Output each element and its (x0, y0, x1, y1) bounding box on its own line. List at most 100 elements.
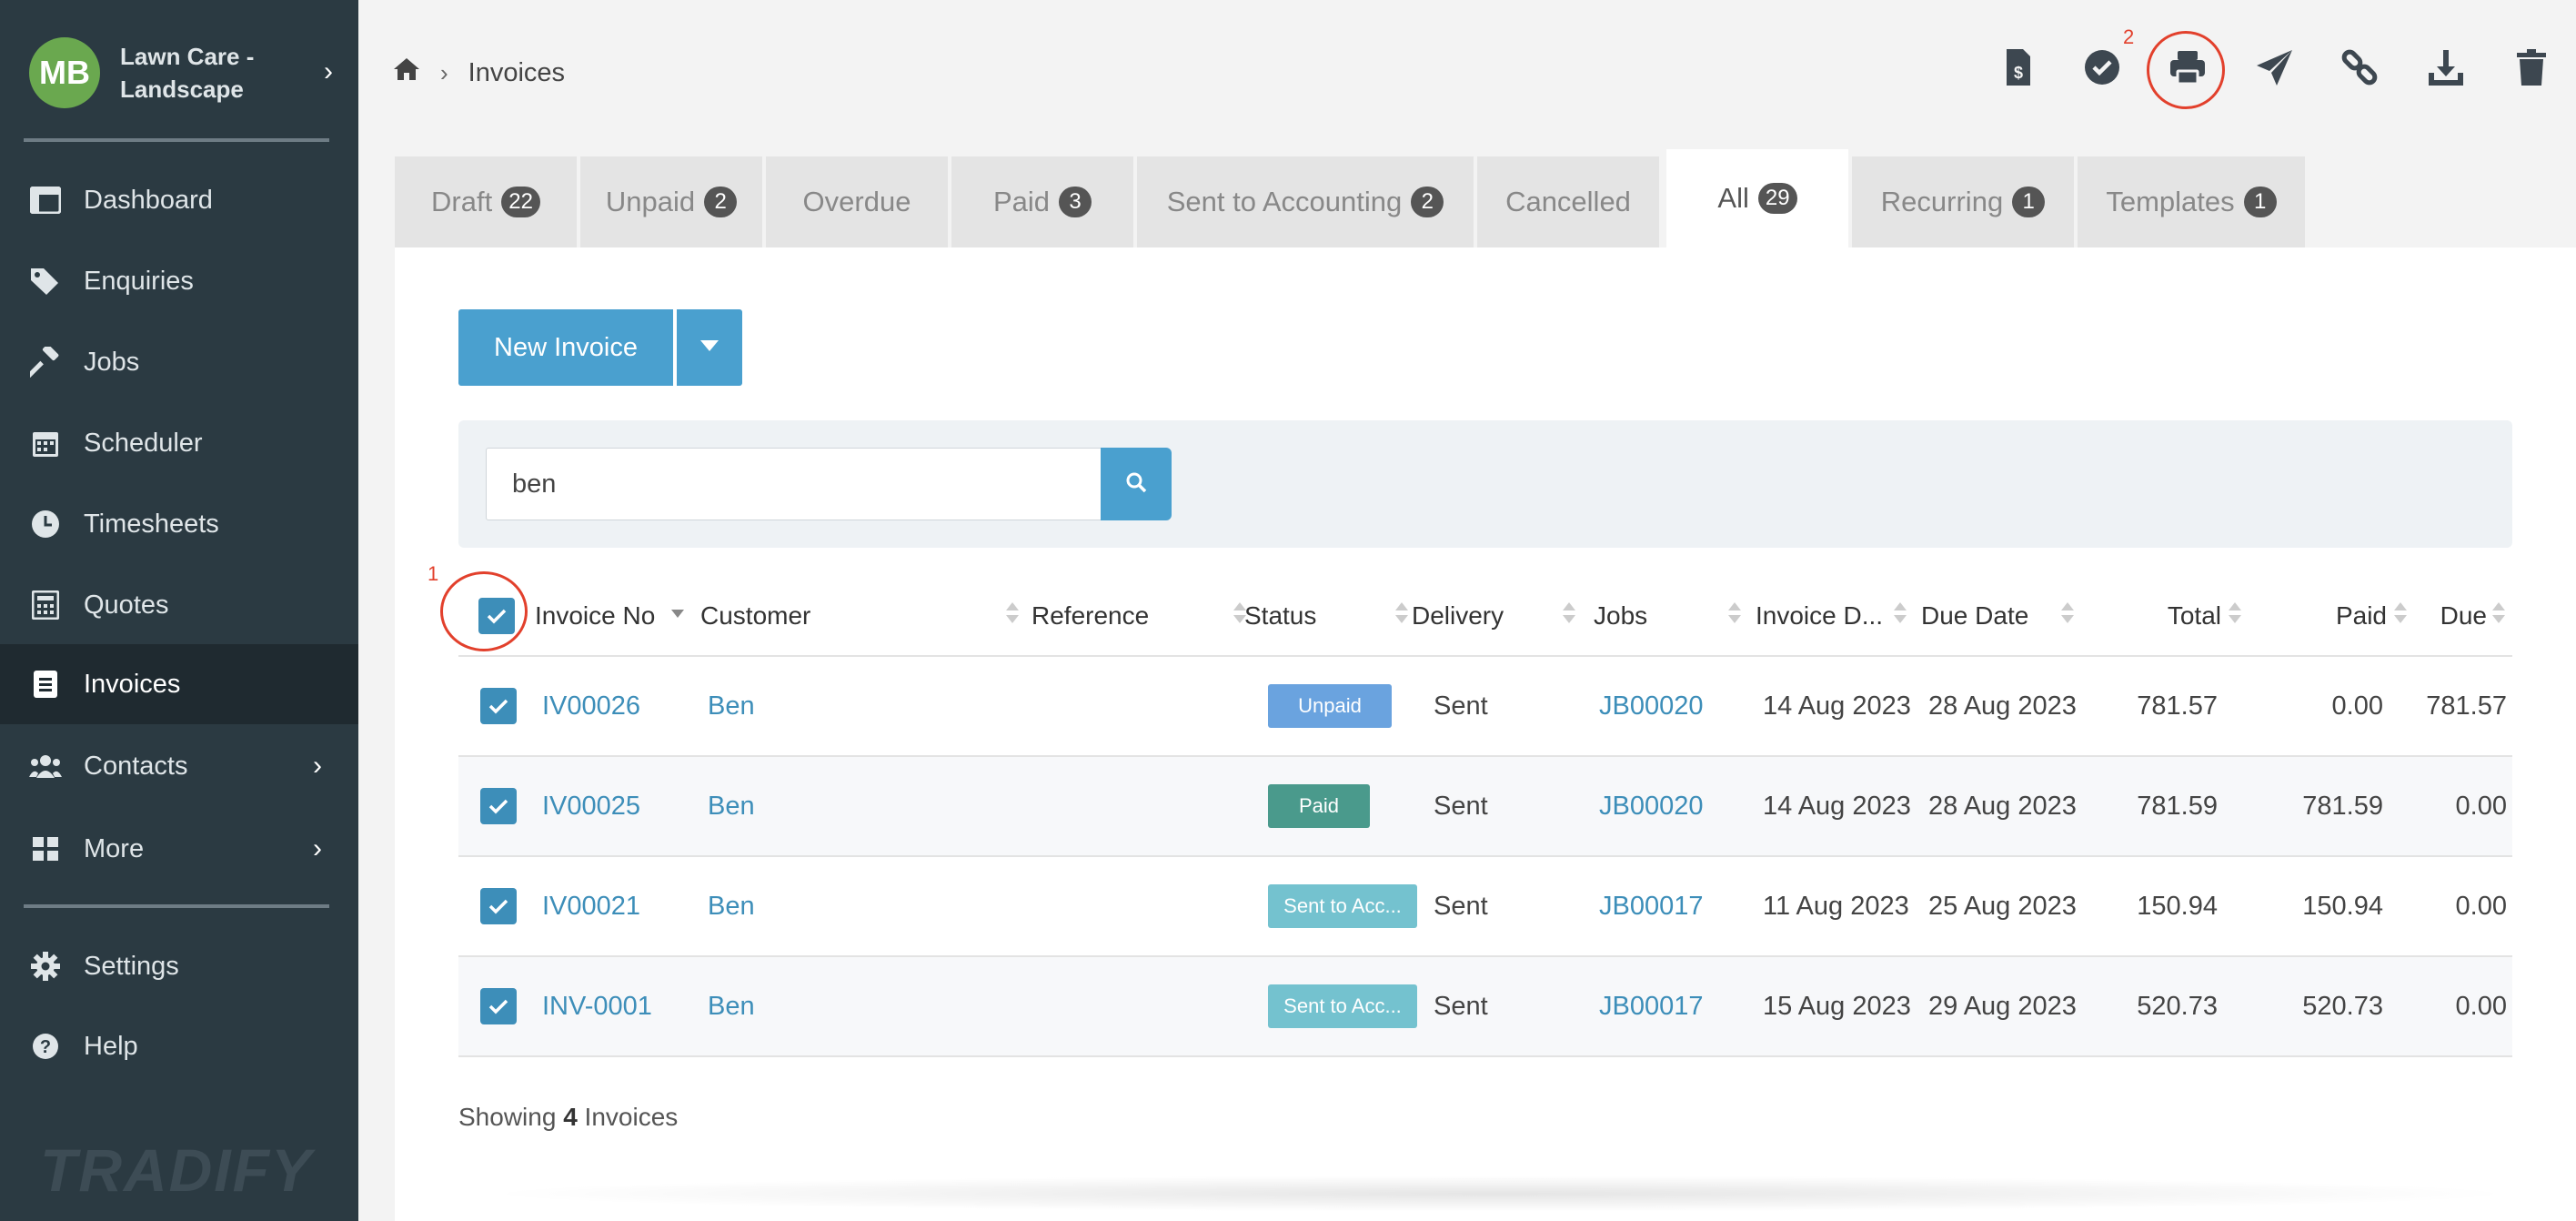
new-invoice-button[interactable]: New Invoice (458, 309, 673, 386)
status-badge: Sent to Acc... (1268, 884, 1417, 928)
table-row[interactable]: IV00026 Ben Unpaid Sent JB00020 14 Aug 2… (458, 657, 2512, 757)
table-row[interactable]: IV00021 Ben Sent to Acc... Sent JB00017 … (458, 857, 2512, 957)
sort-icon (2061, 602, 2074, 630)
sort-icon (1563, 602, 1575, 630)
due-date-cell: 29 Aug 2023 (1928, 991, 2077, 1021)
column-customer[interactable]: Customer (700, 577, 810, 655)
invoice-number-link[interactable]: IV00026 (542, 657, 640, 755)
download-button[interactable] (2411, 35, 2480, 104)
sidebar-item-more[interactable]: More › (0, 809, 358, 889)
column-invoice-date[interactable]: Invoice D... (1756, 577, 1883, 655)
sidebar-item-label: Jobs (84, 347, 140, 377)
sidebar-item-quotes[interactable]: Quotes (0, 565, 358, 645)
status-badge: Unpaid (1268, 684, 1392, 728)
row-checkbox[interactable] (480, 657, 517, 755)
status-badge: Sent to Acc... (1268, 984, 1417, 1028)
sidebar-item-invoices[interactable]: Invoices (0, 644, 358, 724)
customer-link[interactable]: Ben (708, 657, 755, 755)
table-row[interactable]: IV00025 Ben Paid Sent JB00020 14 Aug 202… (458, 757, 2512, 857)
column-due[interactable]: Due (2414, 577, 2487, 655)
sidebar-item-settings[interactable]: Settings (0, 926, 358, 1006)
sidebar-item-jobs[interactable]: Jobs (0, 322, 358, 402)
sidebar-item-contacts[interactable]: Contacts › (0, 726, 358, 806)
customer-link[interactable]: Ben (708, 757, 755, 855)
link-button[interactable] (2325, 35, 2394, 104)
delete-button[interactable] (2497, 35, 2566, 104)
tab-recurring[interactable]: Recurring 1 (1852, 156, 2074, 247)
due-cell: 781.57 (2426, 691, 2507, 721)
tab-label: Sent to Accounting (1166, 186, 1403, 217)
invoice-number-link[interactable]: IV00025 (542, 757, 640, 855)
row-checkbox[interactable] (480, 957, 517, 1055)
sidebar-item-help[interactable]: ? Help (0, 1006, 358, 1086)
row-checkbox[interactable] (480, 857, 517, 955)
tab-unpaid[interactable]: Unpaid 2 (580, 156, 762, 247)
new-invoice-dropdown[interactable] (677, 309, 742, 386)
sort-desc-icon (671, 602, 684, 630)
column-label: Customer (700, 601, 811, 630)
delivery-cell: Sent (1434, 791, 1488, 821)
invoice-dollar-button[interactable]: $ (1983, 35, 2052, 104)
sidebar-item-timesheets[interactable]: Timesheets (0, 484, 358, 564)
calendar-icon (27, 429, 64, 458)
sidebar-item-label: Scheduler (84, 428, 203, 458)
invoice-date-cell: 15 Aug 2023 (1763, 991, 1911, 1021)
invoice-number-link[interactable]: INV-0001 (542, 957, 652, 1055)
sidebar-item-enquiries[interactable]: Enquiries (0, 241, 358, 321)
tab-all[interactable]: All 29 (1666, 149, 1848, 247)
tab-draft[interactable]: Draft 22 (395, 156, 577, 247)
highlight-ring (440, 571, 528, 651)
customer-link[interactable]: Ben (708, 957, 755, 1055)
calculator-icon (27, 590, 64, 620)
svg-text:?: ? (40, 1037, 51, 1057)
send-icon (2255, 47, 2295, 92)
sidebar-item-label: Invoices (84, 669, 181, 699)
gear-icon (27, 952, 64, 981)
status-badge: Paid (1268, 784, 1370, 828)
highlight-ring (2147, 31, 2225, 109)
job-link[interactable]: JB00020 (1599, 757, 1704, 855)
checkbox-checked-icon (480, 688, 517, 724)
company-switcher[interactable]: MB Lawn Care - Landscape › (29, 36, 338, 109)
column-status[interactable]: Status (1244, 577, 1316, 655)
column-invoice-no[interactable]: Invoice No (535, 577, 655, 655)
step-annotation: 1 (428, 562, 439, 585)
tab-overdue[interactable]: Overdue (766, 156, 948, 247)
dashboard-icon (27, 187, 64, 214)
sidebar-item-scheduler[interactable]: Scheduler (0, 403, 358, 483)
tab-cancelled[interactable]: Cancelled (1477, 156, 1659, 247)
search-button[interactable] (1101, 448, 1172, 520)
search-input[interactable] (486, 448, 1102, 520)
customer-link[interactable]: Ben (708, 857, 755, 955)
tab-label: Cancelled (1505, 186, 1631, 217)
tab-sent-to-accounting[interactable]: Sent to Accounting 2 (1137, 156, 1474, 247)
paid-cell: 0.00 (2331, 691, 2383, 721)
home-icon[interactable] (393, 56, 420, 89)
column-jobs[interactable]: Jobs (1594, 577, 1647, 655)
delivery-cell: Sent (1434, 691, 1488, 721)
divider (24, 138, 329, 142)
sidebar-item-dashboard[interactable]: Dashboard (0, 160, 358, 240)
column-due-date[interactable]: Due Date (1921, 577, 2028, 655)
sidebar-item-label: Enquiries (84, 266, 194, 296)
total-cell: 781.57 (2137, 691, 2218, 721)
column-reference[interactable]: Reference (1031, 577, 1149, 655)
row-checkbox[interactable] (480, 757, 517, 855)
tab-templates[interactable]: Templates 1 (2078, 156, 2305, 247)
column-total[interactable]: Total (2114, 577, 2221, 655)
count-badge: 2 (1411, 187, 1444, 217)
sort-icon (1395, 602, 1408, 630)
search-icon (1125, 471, 1147, 498)
column-delivery[interactable]: Delivery (1412, 577, 1504, 655)
count-badge: 2 (704, 187, 738, 217)
table-row[interactable]: INV-0001 Ben Sent to Acc... Sent JB00017… (458, 957, 2512, 1057)
tab-paid[interactable]: Paid 3 (951, 156, 1133, 247)
job-link[interactable]: JB00020 (1599, 657, 1704, 755)
sidebar-item-label: More (84, 833, 145, 863)
job-link[interactable]: JB00017 (1599, 857, 1704, 955)
column-paid[interactable]: Paid (2287, 577, 2387, 655)
invoice-number-link[interactable]: IV00021 (542, 857, 640, 955)
chevron-right-icon: › (324, 56, 333, 86)
job-link[interactable]: JB00017 (1599, 957, 1704, 1055)
send-button[interactable] (2240, 35, 2309, 104)
